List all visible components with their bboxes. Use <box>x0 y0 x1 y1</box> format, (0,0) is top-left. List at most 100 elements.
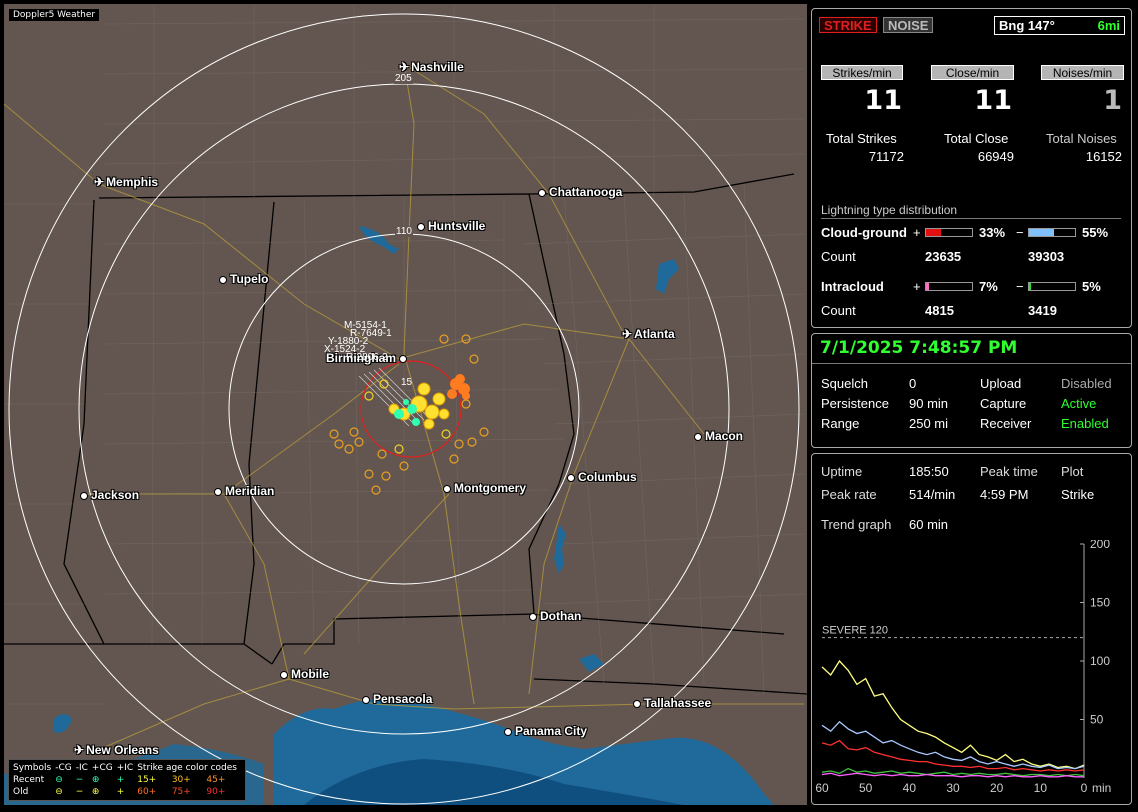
total-strikes-label: Total Strikes <box>826 131 897 146</box>
divider <box>812 363 1131 364</box>
x-tick-label: 50 <box>859 781 873 795</box>
ic-positive-count: 4815 <box>925 303 954 318</box>
x-unit-label: min <box>1092 781 1111 795</box>
x-tick-label: 10 <box>1034 781 1048 795</box>
capture-value: Active <box>1061 396 1097 411</box>
pos-cg-icon: ⊕ <box>91 775 100 785</box>
x-tick-label: 0 <box>1081 781 1088 795</box>
ic-minus-sign: − <box>1016 279 1024 294</box>
age-code: 90+ <box>206 787 226 797</box>
airport-icon: ✈ <box>399 60 410 74</box>
receiver-value: Enabled <box>1061 416 1109 431</box>
cloud-ground-label: Cloud-ground <box>821 225 907 240</box>
city-macon: Macon <box>694 429 743 443</box>
status-panel: 7/1/2025 7:48:57 PM Squelch 0 Upload Dis… <box>811 333 1132 448</box>
ic-plus-sign: + <box>913 279 921 294</box>
legend-col: -IC <box>75 763 88 773</box>
trend-graph-value[interactable]: 60 min <box>909 517 948 532</box>
city-dot-icon <box>399 354 408 363</box>
strikes-per-min-header: Strikes/min <box>821 65 903 80</box>
lake-guntersville <box>359 226 399 254</box>
legend-symbols-label: Symbols <box>13 763 52 773</box>
total-noises-value: 16152 <box>1085 149 1122 164</box>
uptime-value: 185:50 <box>909 464 949 479</box>
total-close-label: Total Close <box>944 131 1009 146</box>
lake-seminole <box>579 654 604 672</box>
trend-series-line <box>821 720 1085 770</box>
datetime-display: 7/1/2025 7:48:57 PM <box>820 338 1018 358</box>
x-tick-label: 40 <box>903 781 917 795</box>
lightning-map[interactable]: Doppler5 Weather ✈ Nashville ✈ Memphis Cha… <box>4 4 807 805</box>
plot-label: Plot <box>1061 464 1084 479</box>
close-per-min-value: 11 <box>974 85 1012 116</box>
neg-cg-icon: ⊖ <box>55 787 63 797</box>
pos-ic-icon: + <box>116 787 125 797</box>
squelch-value: 0 <box>909 376 917 391</box>
app-title: Doppler5 Weather <box>9 9 100 21</box>
capture-label: Capture <box>980 396 1027 411</box>
x-tick-label: 30 <box>946 781 960 795</box>
severe-threshold-label: SEVERE 120 <box>822 625 888 637</box>
ic-count-label: Count <box>821 303 856 318</box>
city-dot-icon <box>280 670 288 679</box>
persistence-value: 90 min <box>909 396 949 411</box>
city-panama-city: Panama City <box>504 724 587 738</box>
city-montgomery: Montgomery <box>443 481 526 495</box>
intracloud-label: Intracloud <box>821 279 884 294</box>
neg-ic-icon: − <box>75 775 84 785</box>
cg-plus-sign: + <box>913 225 921 240</box>
cg-minus-sign: − <box>1016 225 1024 240</box>
plot-value[interactable]: Strike <box>1061 487 1094 502</box>
cg-negative-bar-fill <box>1029 229 1055 236</box>
y-tick-label: 100 <box>1090 654 1110 668</box>
city-dot-icon <box>214 487 222 496</box>
noise-button[interactable]: NOISE <box>883 17 934 33</box>
ic-negative-bar-fill <box>1029 283 1032 290</box>
legend-col: +IC <box>116 763 134 773</box>
city-chattanooga: Chattanooga <box>538 185 622 199</box>
range-value: 250 mi <box>909 416 949 431</box>
y-tick-label: 50 <box>1090 713 1104 727</box>
airport-icon: ✈ <box>622 327 633 341</box>
cg-positive-pct: 33% <box>979 225 1006 240</box>
legend-recent-label: Recent <box>13 775 45 785</box>
age-code: 60+ <box>137 787 157 797</box>
storm-labels: M-5154-1 R-7649-1 Y-1880-2 X-1524-2 R-28… <box>324 321 392 363</box>
cg-positive-bar <box>925 228 973 237</box>
total-strikes-value: 71172 <box>868 149 904 164</box>
city-nashville: ✈ Nashville <box>399 60 464 74</box>
lake-lanier <box>656 259 679 294</box>
peak-rate-label: Peak rate <box>821 487 877 502</box>
total-close-value: 66949 <box>977 149 1014 164</box>
city-tallahassee: Tallahassee <box>633 696 711 710</box>
city-jackson: Jackson <box>80 488 139 502</box>
peak-time-label: Peak time <box>980 464 1038 479</box>
legend-col: +CG <box>91 763 113 773</box>
peak-rate-value: 514/min <box>909 487 956 502</box>
strike-button[interactable]: STRIKE <box>819 17 877 33</box>
x-tick-label: 20 <box>990 781 1004 795</box>
city-meridian: Meridian <box>214 484 274 498</box>
ic-positive-bar-fill <box>926 283 930 290</box>
city-dot-icon <box>538 188 546 197</box>
upload-label: Upload <box>980 376 1022 391</box>
upload-value: Disabled <box>1061 376 1112 391</box>
city-columbus: Columbus <box>567 470 637 484</box>
cg-negative-count: 39303 <box>1028 249 1065 264</box>
city-mobile: Mobile <box>280 667 329 681</box>
city-memphis: ✈ Memphis <box>94 175 159 189</box>
city-new-orleans: ✈ New Orleans <box>74 743 159 757</box>
ic-positive-pct: 7% <box>979 279 998 294</box>
ic-negative-count: 3419 <box>1028 303 1057 318</box>
age-code: 45+ <box>206 775 226 785</box>
trend-panel: Uptime 185:50 Peak time Plot Peak rate 5… <box>811 453 1132 805</box>
airport-icon: ✈ <box>74 743 85 757</box>
city-dothan: Dothan <box>529 609 581 623</box>
city-dot-icon <box>219 275 227 284</box>
city-dot-icon <box>443 484 451 493</box>
city-dot-icon <box>694 432 702 441</box>
map-canvas <box>4 4 807 805</box>
range-label-inner: 15 <box>401 377 413 388</box>
strike-stats-panel: STRIKE NOISE Bng 147° 6mi Strikes/min Cl… <box>811 8 1132 328</box>
noises-per-min-header: Noises/min <box>1041 65 1124 80</box>
